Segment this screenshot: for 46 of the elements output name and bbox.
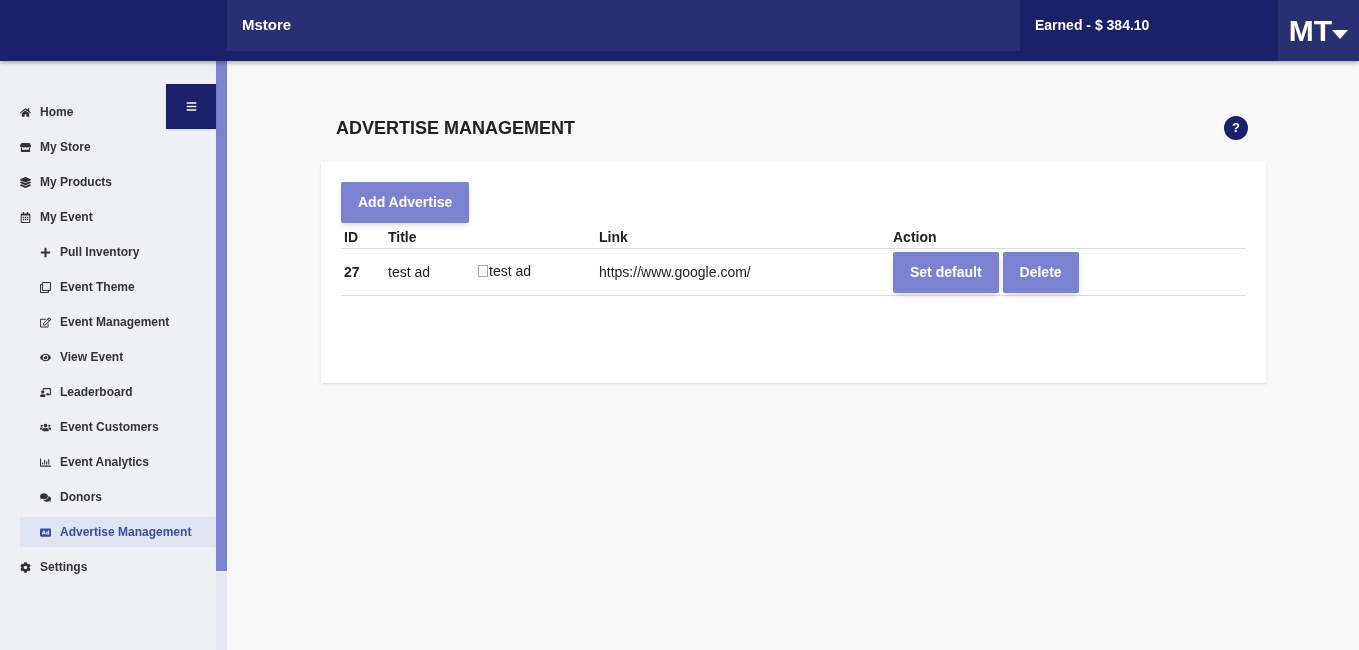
sidebar-item[interactable]: Advertise Management: [20, 517, 216, 547]
sidebar-item[interactable]: Event Customers: [20, 412, 216, 442]
users-icon: [40, 421, 51, 433]
sidebar-item[interactable]: Leaderboard: [20, 377, 216, 407]
presenter-icon: [40, 386, 51, 398]
sidebar-item[interactable]: My Products: [0, 167, 216, 197]
table-cell: test ad: [388, 263, 431, 280]
action-button[interactable]: Set default: [893, 251, 999, 293]
caret-icon: [1332, 30, 1349, 39]
eye-icon: [40, 351, 51, 363]
table-cell: https://www.google.com/: [599, 263, 751, 280]
sidebar-item[interactable]: Home: [0, 97, 216, 127]
settings-icon: [20, 561, 31, 573]
plus-icon: [40, 246, 51, 258]
sidebar-item[interactable]: My Event: [0, 202, 216, 232]
house-icon: [20, 106, 31, 118]
speech-bubbles-icon: [40, 491, 51, 503]
sidebar-item[interactable]: Settings: [0, 552, 216, 582]
squares-icon: [40, 281, 51, 293]
column-header: ID: [344, 229, 358, 245]
ad-icon: [40, 526, 51, 538]
help-button[interactable]: ?: [1224, 116, 1248, 140]
sidebar-item[interactable]: Event Theme: [20, 272, 216, 302]
column-header: Link: [599, 229, 628, 245]
sidebar-item[interactable]: My Store: [0, 132, 216, 162]
menu-icon: [185, 101, 197, 112]
action-button[interactable]: Delete: [1002, 251, 1079, 293]
column-header: Action: [893, 229, 937, 245]
earned-amount: Earned - $ 384.10: [1035, 16, 1150, 35]
sidebar-item[interactable]: Event Analytics: [20, 447, 216, 477]
store-icon: [20, 141, 31, 153]
layers-icon: [20, 176, 31, 188]
add-advertise-button[interactable]: Add Advertise: [341, 182, 470, 223]
sidebar-item[interactable]: View Event: [20, 342, 216, 372]
brand-name: Mstore: [242, 15, 292, 36]
sidebar-item[interactable]: Pull Inventory: [20, 237, 216, 267]
table-cell: 27: [344, 263, 360, 280]
calendar-icon: [20, 211, 31, 223]
sidebar-item[interactable]: Event Management: [20, 307, 216, 337]
user-menu-button[interactable]: MT: [1278, 0, 1359, 61]
broken-image: test ad: [478, 260, 532, 282]
column-header: Title: [388, 229, 417, 245]
menu-button[interactable]: [166, 84, 216, 129]
page-title: ADVERTISE MANAGEMENT: [336, 116, 575, 140]
sidebar-item[interactable]: Donors: [20, 482, 216, 512]
bar-chart-icon: [40, 456, 51, 468]
